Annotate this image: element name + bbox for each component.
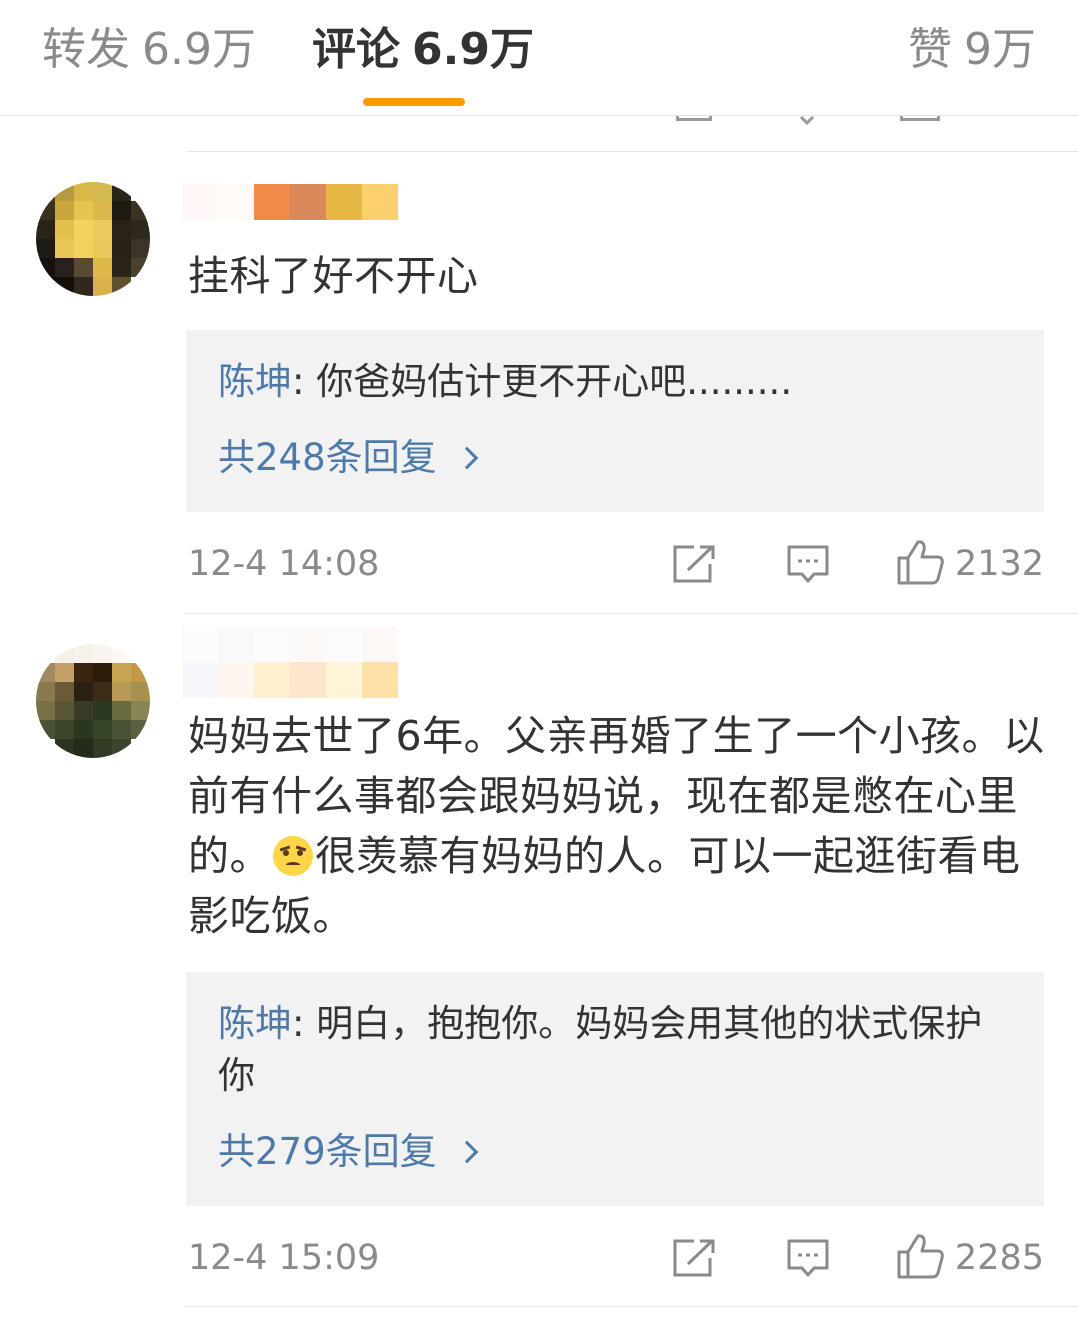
like-icon[interactable] [896,538,946,586]
tab-repost-count: 6.9万 [142,24,256,75]
comment-time: 12-4 15:09 [188,1238,380,1278]
reply-total-label: 共279条回复 [218,1130,437,1173]
comment-icon[interactable] [786,544,830,586]
comment-text-part: 很羡慕有妈妈的人。可以一起逛街看电影吃饭。 [188,832,1021,940]
reply-text: : 明白，抱抱你。妈妈会用其他的状式保护你 [218,1002,983,1097]
divider [186,613,1078,614]
like-count: 2285 [954,1238,1044,1278]
reply-text: : 你爸妈估计更不开心吧......... [292,360,793,403]
view-all-replies-link[interactable]: 共279条回复 [218,1126,478,1178]
tab-comment[interactable]: 评论 6.9万 [312,22,534,78]
username-mosaic[interactable] [182,626,398,698]
tab-comment-label: 评论 [312,24,400,75]
avatar[interactable] [36,644,150,758]
tab-comment-count: 6.9万 [412,24,534,75]
active-tab-indicator [363,98,465,106]
share-icon[interactable] [672,544,716,584]
chevron-right-icon [455,1140,478,1164]
avatar[interactable] [36,182,150,296]
share-icon[interactable] [672,1238,716,1278]
comment-time: 12-4 14:08 [188,544,380,584]
reply-box[interactable]: 陈坤: 明白，抱抱你。妈妈会用其他的状式保护你 共279条回复 [186,972,1044,1206]
comment-icon[interactable] [800,116,814,126]
divider [186,151,1078,152]
reply-author-link[interactable]: 陈坤 [218,1002,292,1045]
reply-box[interactable]: 陈坤: 你爸妈估计更不开心吧......... 共248条回复 [186,330,1044,512]
like-icon[interactable] [896,1232,946,1280]
comment-text: 挂科了好不开心 [188,252,479,300]
reply-total-label: 共248条回复 [218,436,437,479]
like-icon[interactable] [900,116,940,121]
reply-preview: 陈坤: 明白，抱抱你。妈妈会用其他的状式保护你 [218,998,998,1102]
reply-preview: 陈坤: 你爸妈估计更不开心吧......... [218,356,1012,408]
divider [186,1306,1078,1307]
username-mosaic[interactable] [182,184,398,220]
tab-repost[interactable]: 转发 6.9万 [42,22,256,78]
sad-face-emoji [273,836,313,876]
view-all-replies-link[interactable]: 共248条回复 [218,432,478,484]
tab-like-label: 赞 [908,24,952,75]
reply-author-link[interactable]: 陈坤 [218,360,292,403]
comment-text: 妈妈去世了6年。父亲再婚了生了一个小孩。以前有什么事都会跟妈妈说，现在都是憋在心… [188,706,1048,946]
chevron-right-icon [455,446,478,470]
comment-icon[interactable] [786,1238,830,1280]
share-icon[interactable] [676,116,712,121]
tab-like-count: 9万 [964,24,1036,75]
tab-repost-label: 转发 [42,24,130,75]
like-count: 2132 [954,544,1044,584]
comment-tab-bar: 转发 6.9万 评论 6.9万 赞 9万 [0,0,1078,116]
tab-like[interactable]: 赞 9万 [908,22,1036,78]
